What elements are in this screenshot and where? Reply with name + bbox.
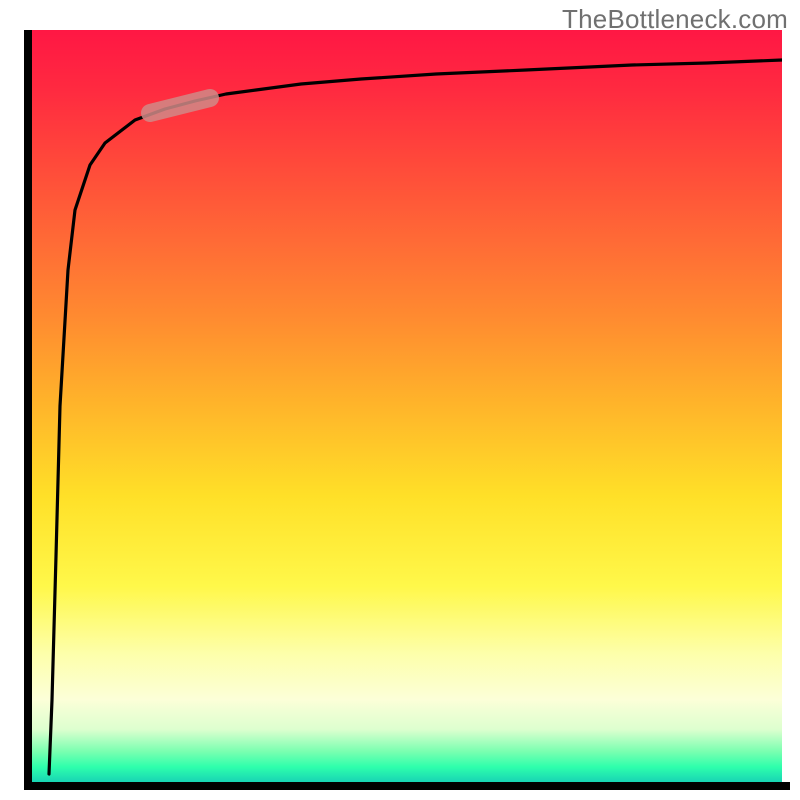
chart-frame: TheBottleneck.com: [0, 0, 800, 800]
x-axis: [24, 782, 790, 790]
highlight-capsule: [150, 98, 210, 113]
y-axis: [24, 30, 32, 790]
chart-svg: [30, 30, 782, 782]
curve-path: [49, 60, 782, 774]
plot-area: [30, 30, 782, 782]
watermark-text: TheBottleneck.com: [562, 4, 788, 35]
